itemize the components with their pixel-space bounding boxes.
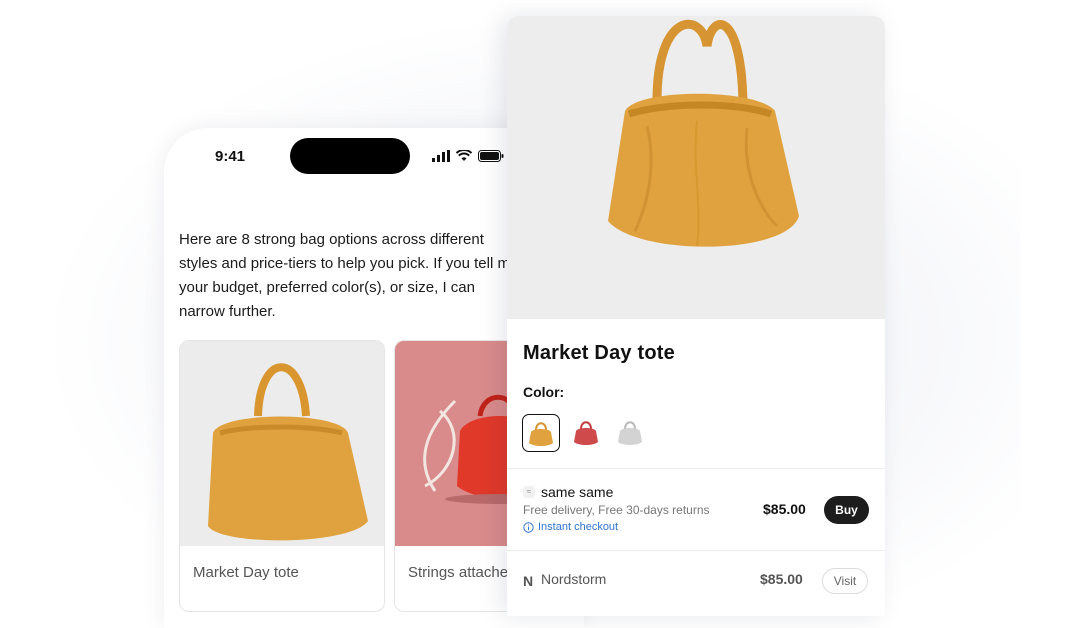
status-icons	[432, 150, 504, 162]
divider	[507, 468, 885, 469]
status-time: 9:41	[215, 148, 246, 165]
product-image	[180, 341, 384, 546]
instant-checkout-badge: Instant checkout	[523, 521, 618, 533]
visit-button[interactable]: Visit	[822, 568, 868, 594]
buy-button[interactable]: Buy	[824, 496, 869, 524]
seller-name: same same	[541, 484, 614, 500]
seller-price: $85.00	[763, 501, 806, 517]
seller-logo-icon: ≈	[523, 486, 535, 498]
divider	[507, 550, 885, 551]
assistant-message: Here are 8 strong bag options across dif…	[179, 231, 519, 320]
seller-price: $85.00	[760, 571, 803, 587]
product-detail-panel: Market Day tote Color: ≈ same same Free …	[507, 16, 885, 616]
nordstrom-logo-icon: N	[523, 573, 534, 589]
color-swatch-silver[interactable]	[612, 414, 648, 450]
instant-checkout-label: Instant checkout	[538, 521, 619, 533]
product-title: Market Day tote	[523, 342, 675, 364]
product-card[interactable]: Market Day tote	[179, 340, 385, 612]
product-hero-image	[507, 16, 885, 319]
dynamic-island	[290, 138, 410, 174]
product-card-title: Strings attached	[408, 564, 517, 581]
signal-icon	[432, 150, 450, 162]
wifi-icon	[456, 150, 472, 161]
color-swatch-red[interactable]	[568, 414, 604, 450]
color-label: Color:	[523, 384, 565, 400]
color-swatch-mustard[interactable]	[522, 414, 560, 452]
seller-name: Nordstorm	[541, 571, 607, 587]
battery-icon	[478, 150, 504, 162]
delivery-info: Free delivery, Free 30-days returns	[523, 503, 710, 517]
color-swatches	[522, 414, 648, 452]
info-icon	[523, 521, 534, 533]
product-card-title: Market Day tote	[193, 564, 299, 581]
